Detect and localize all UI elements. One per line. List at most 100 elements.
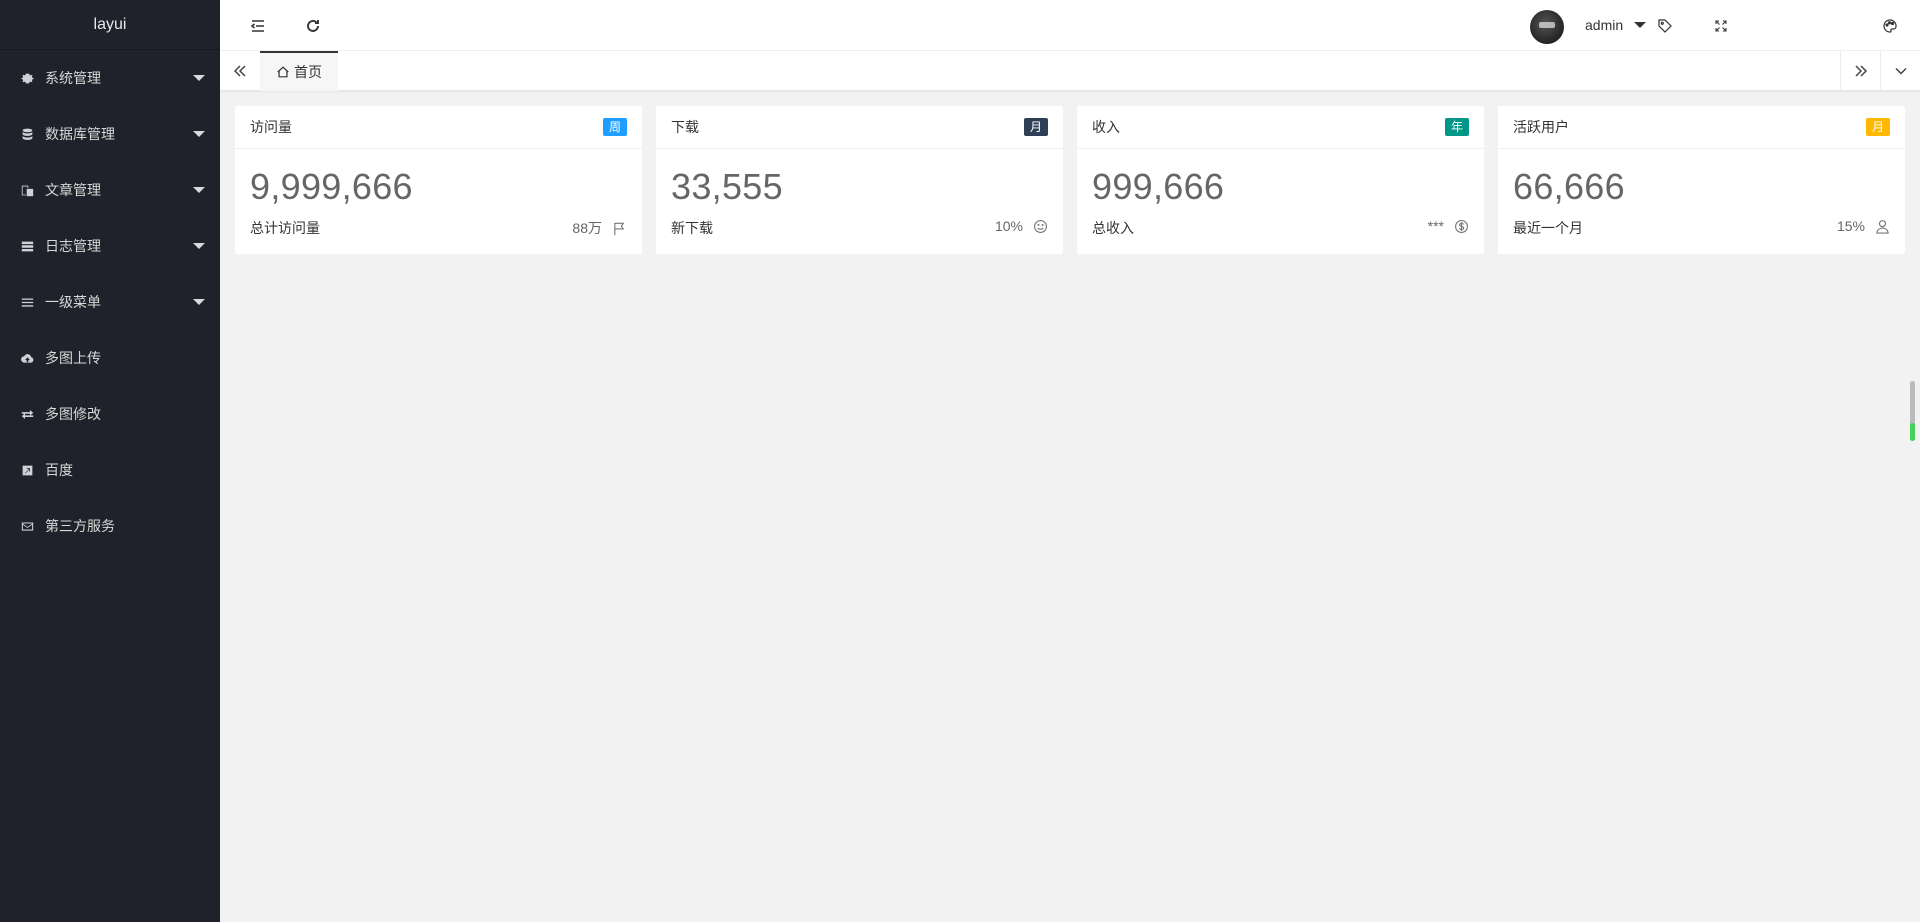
- menu-fold-button[interactable]: [233, 0, 283, 51]
- home-icon: [277, 66, 289, 78]
- card-foot-label: 总收入: [1092, 220, 1134, 236]
- user-icon: [1876, 219, 1889, 234]
- external-link-icon: [20, 463, 34, 477]
- caret-down-icon: [193, 299, 205, 305]
- card-value: 999,666: [1092, 166, 1225, 207]
- menu-fold-icon: [250, 19, 264, 32]
- sidebar-item-third-party[interactable]: 第三方服务: [0, 498, 220, 554]
- card-title: 访问量: [250, 119, 292, 135]
- sidebar-item-baidu[interactable]: 百度: [0, 442, 220, 498]
- card-header: 收入 年: [1077, 106, 1484, 149]
- sidebar-item-database[interactable]: 数据库管理: [0, 106, 220, 162]
- card-badge: 月: [1023, 118, 1048, 136]
- card-foot-value: ***: [1427, 218, 1444, 234]
- sidebar-item-label: 百度: [45, 462, 73, 478]
- tag-button[interactable]: [1640, 0, 1690, 51]
- card-header: 活跃用户 月: [1498, 106, 1905, 149]
- card-foot-label: 新下载: [671, 220, 713, 236]
- card-value: 66,666: [1513, 166, 1625, 207]
- sidebar-item-system[interactable]: 系统管理: [0, 50, 220, 106]
- tabs-dropdown-button[interactable]: [1880, 51, 1920, 91]
- logo[interactable]: layui: [0, 0, 220, 50]
- card-footer: 最近一个月 15%: [1513, 218, 1890, 238]
- tabs-next-button[interactable]: [1840, 51, 1880, 91]
- sidebar-item-multi-upload[interactable]: 多图上传: [0, 330, 220, 386]
- caret-down-icon: [1634, 22, 1646, 28]
- sidebar-item-logs[interactable]: 日志管理: [0, 218, 220, 274]
- prev-tabs-icon: [233, 65, 246, 77]
- card-foot-value: 15%: [1836, 218, 1865, 234]
- stat-card-downloads: 下载 月 33,555 新下载 10%: [656, 106, 1063, 254]
- bars-icon: [20, 295, 34, 309]
- sidebar: layui 系统管理 数据库管理 文章管理 日志管理 一级菜单 多图上传 多图修…: [0, 0, 220, 922]
- card-header: 访问量 周: [235, 106, 642, 149]
- card-foot-right: 10%: [995, 218, 1048, 234]
- sidebar-item-label: 数据库管理: [45, 126, 115, 142]
- card-foot-label: 总计访问量: [250, 220, 320, 236]
- database-icon: [20, 127, 34, 141]
- card-header: 下载 月: [656, 106, 1063, 149]
- smile-icon: [1034, 219, 1047, 233]
- page-scrollbar[interactable]: [1910, 381, 1915, 441]
- sidebar-item-label: 一级菜单: [45, 294, 101, 310]
- sidebar-item-level-one[interactable]: 一级菜单: [0, 274, 220, 330]
- stat-card-income: 收入 年 999,666 总收入 ***: [1077, 106, 1484, 254]
- user-name[interactable]: admin: [1585, 0, 1623, 51]
- sidebar-item-label: 多图上传: [45, 350, 101, 366]
- sidebar-item-multi-edit[interactable]: 多图修改: [0, 386, 220, 442]
- envelope-icon: [20, 519, 34, 533]
- card-badge: 年: [1444, 118, 1469, 136]
- tab-home[interactable]: 首页: [260, 51, 338, 91]
- card-value: 9,999,666: [250, 166, 413, 207]
- tabs-bar: 首页: [220, 51, 1920, 91]
- next-tabs-icon: [1854, 65, 1867, 77]
- app-root: layui 系统管理 数据库管理 文章管理 日志管理 一级菜单 多图上传 多图修…: [0, 0, 1920, 922]
- caret-down-icon: [193, 187, 205, 193]
- card-title: 下载: [671, 119, 699, 135]
- dollar-icon: [1455, 219, 1468, 233]
- card-foot-value: 10%: [994, 218, 1023, 234]
- tag-icon: [1658, 18, 1672, 33]
- gear-icon: [20, 71, 34, 85]
- top-header: admin: [220, 0, 1920, 51]
- card-value: 33,555: [671, 166, 783, 207]
- card-title: 收入: [1092, 119, 1120, 135]
- cloud-upload-icon: [20, 351, 34, 365]
- sidebar-item-label: 第三方服务: [45, 518, 115, 534]
- stat-card-visits: 访问量 周 9,999,666 总计访问量 88万: [235, 106, 642, 254]
- tabs-prev-button[interactable]: [220, 51, 260, 91]
- caret-down-icon: [193, 75, 205, 81]
- card-footer: 总收入 ***: [1092, 218, 1469, 238]
- refresh-button[interactable]: [288, 0, 338, 51]
- sidebar-item-label: 文章管理: [45, 182, 101, 198]
- card-foot-right: ***: [1428, 218, 1469, 234]
- caret-down-icon: [193, 243, 205, 249]
- card-foot-value: 88万: [572, 220, 602, 236]
- card-title: 活跃用户: [1513, 119, 1569, 135]
- server-list-icon: [20, 239, 34, 253]
- card-badge: 周: [602, 118, 627, 136]
- card-foot-right: 15%: [1837, 218, 1890, 234]
- flag-icon: [614, 222, 625, 235]
- sidebar-item-label: 多图修改: [45, 406, 101, 422]
- card-footer: 总计访问量 88万: [250, 218, 627, 238]
- fullscreen-button[interactable]: [1696, 0, 1746, 51]
- theme-palette-icon: [1883, 18, 1897, 33]
- tab-home-label: 首页: [294, 64, 322, 80]
- avatar[interactable]: [1530, 10, 1564, 44]
- sidebar-item-label: 系统管理: [45, 70, 101, 86]
- fullscreen-icon: [1715, 19, 1727, 32]
- caret-down-icon: [193, 131, 205, 137]
- exchange-icon: [20, 407, 34, 421]
- sidebar-item-label: 日志管理: [45, 238, 101, 254]
- card-foot-label: 最近一个月: [1513, 220, 1583, 236]
- card-foot-right: 88万: [572, 218, 627, 238]
- documents-icon: [20, 183, 34, 197]
- card-footer: 新下载 10%: [671, 218, 1048, 238]
- theme-button[interactable]: [1870, 0, 1910, 51]
- card-badge: 月: [1865, 118, 1890, 136]
- tabs-dropdown-icon: [1894, 67, 1907, 75]
- sidebar-menu: 系统管理 数据库管理 文章管理 日志管理 一级菜单 多图上传 多图修改 百度 第…: [0, 50, 220, 554]
- refresh-icon: [307, 19, 319, 32]
- sidebar-item-articles[interactable]: 文章管理: [0, 162, 220, 218]
